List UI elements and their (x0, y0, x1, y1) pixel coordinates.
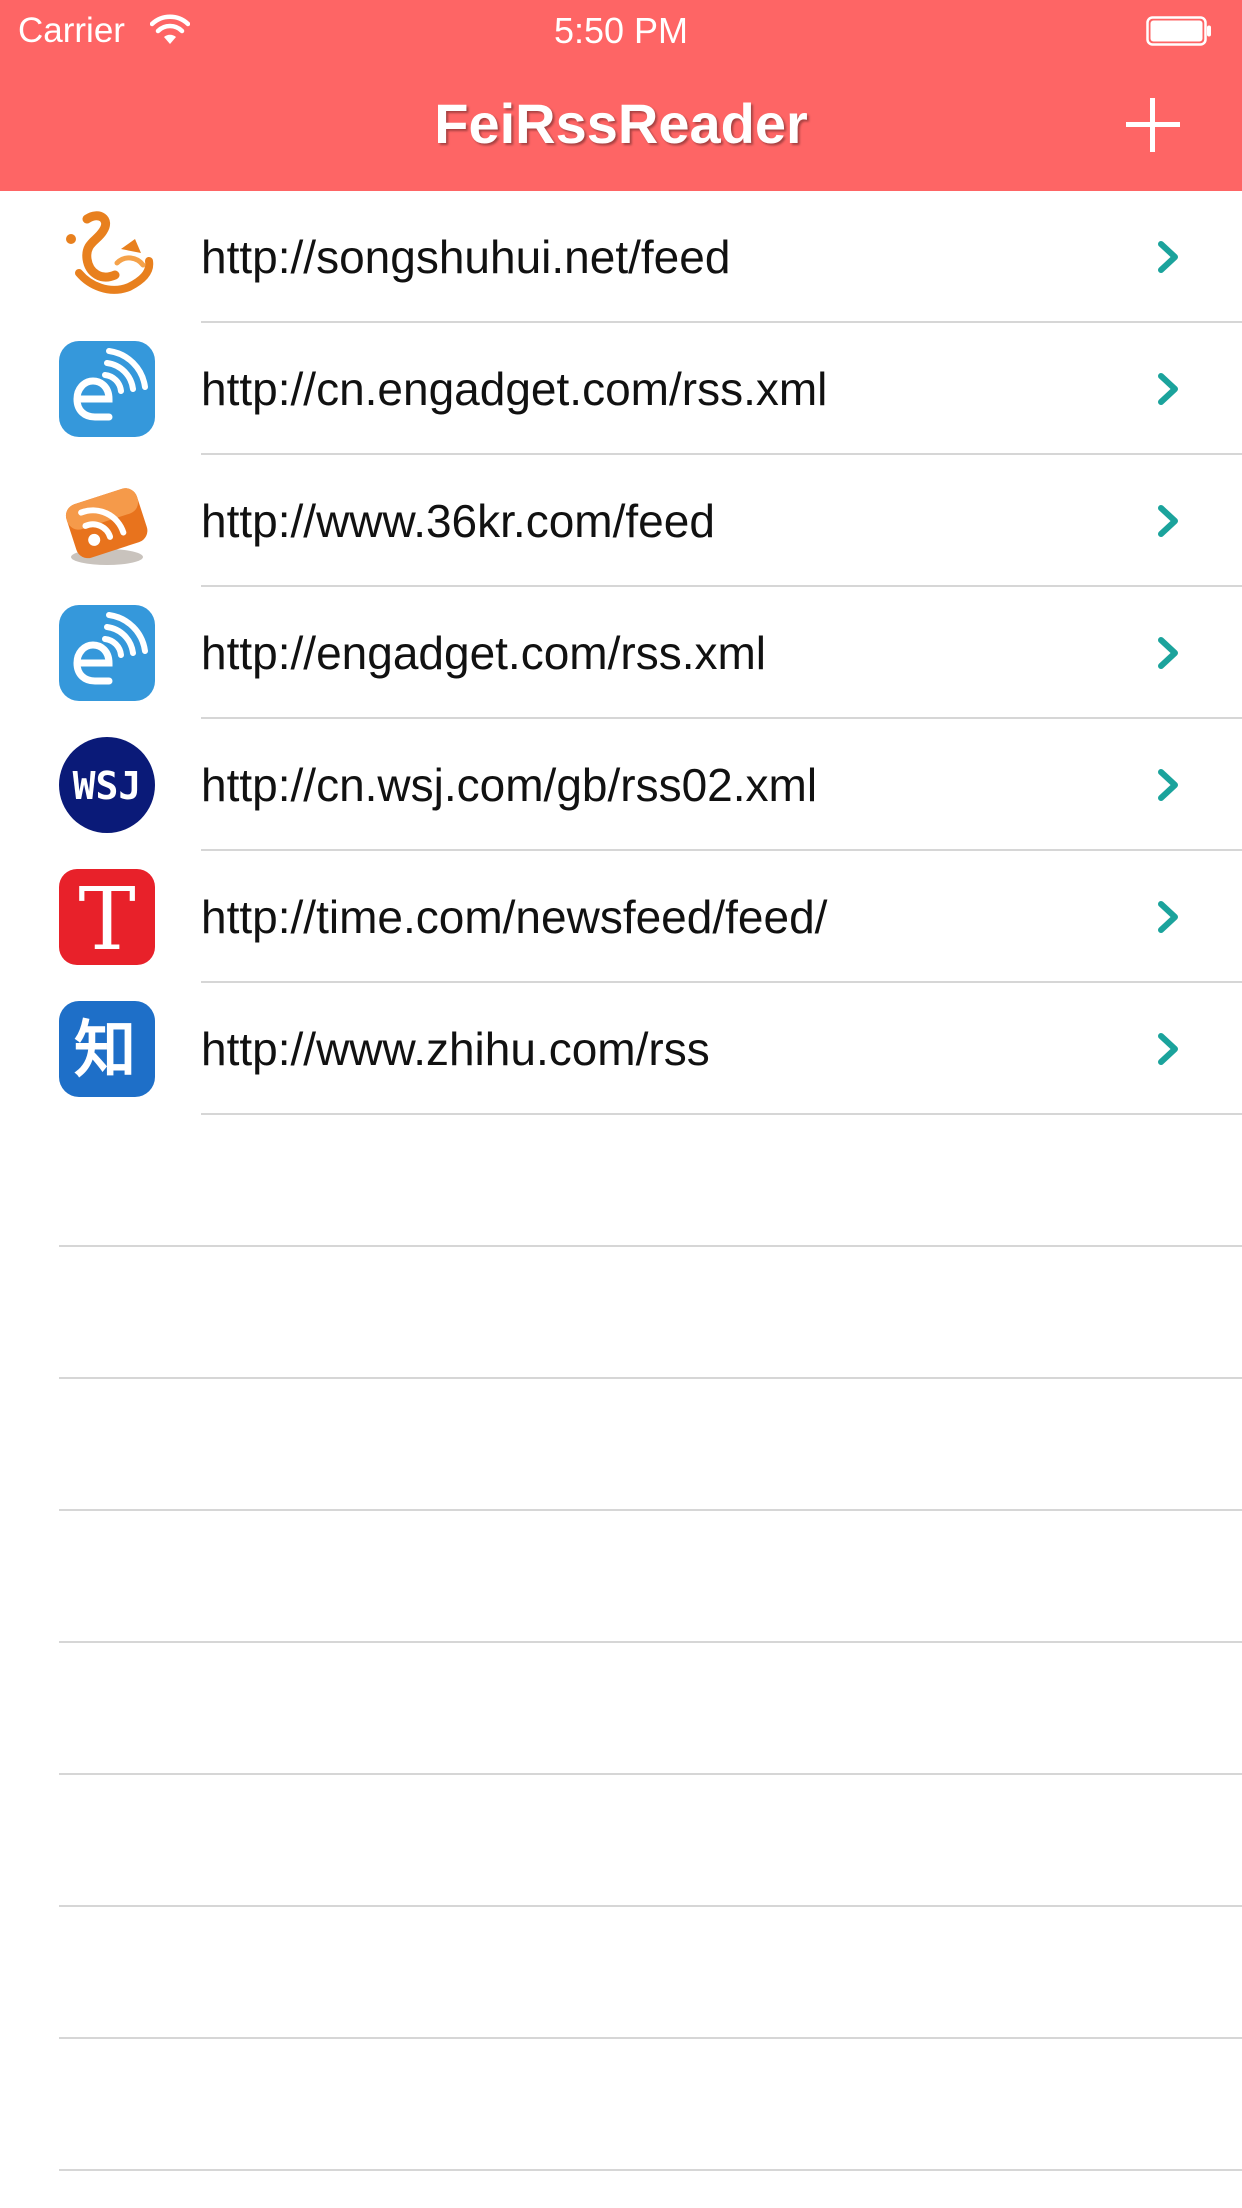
page-title: FeiRssReader (434, 92, 808, 155)
feed-row[interactable]: 知 http://www.zhihu.com/rss (0, 983, 1242, 1115)
rss-icon (65, 488, 148, 565)
feed-list: http://songshuhui.net/feed http://cn.eng… (0, 191, 1242, 2208)
chevron-right-icon (1158, 901, 1178, 933)
feed-row[interactable]: http://songshuhui.net/feed (0, 191, 1242, 323)
feed-row[interactable]: http://engadget.com/rss.xml (0, 587, 1242, 719)
feed-url: http://cn.engadget.com/rss.xml (201, 363, 828, 415)
songshuhui-icon (66, 211, 154, 294)
battery-icon (1146, 16, 1211, 46)
time-icon: T (59, 869, 155, 965)
empty-row (0, 2171, 1242, 2208)
feed-row[interactable]: WSJ http://cn.wsj.com/gb/rss02.xml (0, 719, 1242, 851)
chevron-right-icon (1158, 769, 1178, 801)
feed-url: http://cn.wsj.com/gb/rss02.xml (201, 759, 818, 811)
chevron-right-icon (1158, 1033, 1178, 1065)
empty-row (0, 1511, 1242, 1643)
feed-url: http://songshuhui.net/feed (201, 231, 731, 283)
empty-row (0, 1643, 1242, 1775)
app-screen: Carrier 5:50 PM FeiRssReader http://song… (0, 0, 1242, 2208)
feed-row[interactable]: http://www.36kr.com/feed (0, 455, 1242, 587)
engadget-icon (59, 605, 155, 701)
add-feed-button[interactable] (1120, 92, 1186, 158)
chevron-right-icon (1158, 505, 1178, 537)
engadget-icon (59, 341, 155, 437)
empty-row (0, 1775, 1242, 1907)
zhihu-icon-text: 知 (74, 1013, 136, 1086)
feed-url: http://www.36kr.com/feed (201, 495, 715, 547)
plus-icon (1126, 98, 1180, 152)
empty-row (0, 1907, 1242, 2039)
status-time: 5:50 PM (553, 10, 689, 51)
feed-url: http://www.zhihu.com/rss (201, 1023, 710, 1075)
navigation-header: Carrier 5:50 PM FeiRssReader (0, 0, 1242, 191)
status-bar: Carrier 5:50 PM (0, 0, 1242, 62)
feed-row[interactable]: T http://time.com/newsfeed/feed/ (0, 851, 1242, 983)
chevron-right-icon (1158, 637, 1178, 669)
feed-url: http://engadget.com/rss.xml (201, 627, 767, 679)
empty-row (0, 1247, 1242, 1379)
time-icon-text: T (78, 870, 135, 965)
wsj-icon: WSJ (59, 737, 155, 833)
feed-row[interactable]: http://cn.engadget.com/rss.xml (0, 323, 1242, 455)
wsj-icon-text: WSJ (73, 764, 142, 808)
empty-row (0, 2039, 1242, 2171)
empty-row (0, 1379, 1242, 1511)
feed-url: http://time.com/newsfeed/feed/ (201, 891, 828, 943)
zhihu-icon: 知 (59, 1001, 155, 1097)
empty-row (0, 1115, 1242, 1247)
chevron-right-icon (1158, 373, 1178, 405)
chevron-right-icon (1158, 241, 1178, 273)
